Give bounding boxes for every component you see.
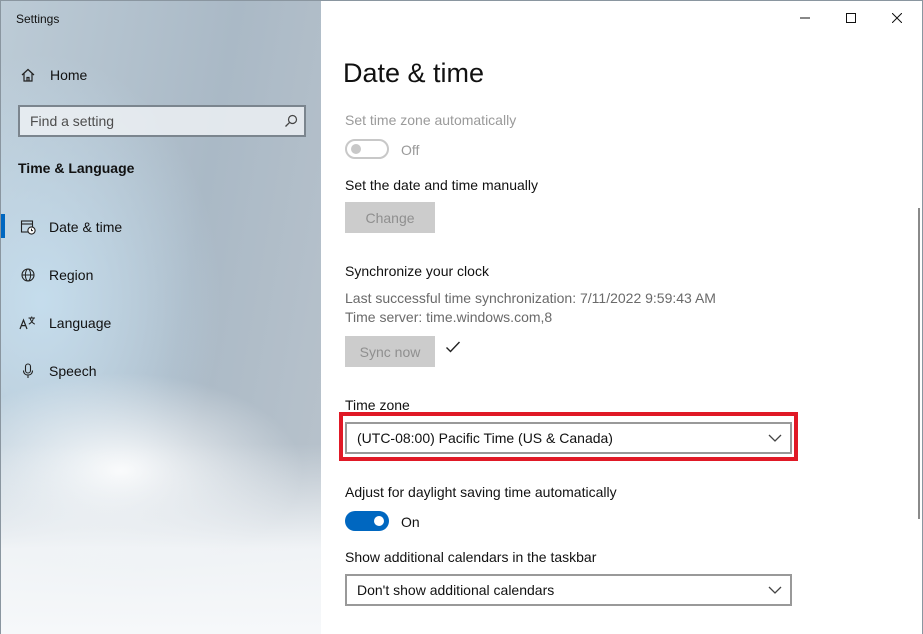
daylight-state: On xyxy=(401,514,420,530)
timezone-label: Time zone xyxy=(345,397,410,413)
sidebar-item-language[interactable]: Language xyxy=(1,303,322,343)
language-icon xyxy=(19,314,37,332)
search-input[interactable] xyxy=(20,113,260,129)
daylight-label: Adjust for daylight saving time automati… xyxy=(345,484,617,500)
sidebar-item-label: Speech xyxy=(49,363,97,379)
sidebar-item-label: Date & time xyxy=(49,219,123,235)
calendars-value: Don't show additional calendars xyxy=(357,582,555,598)
globe-icon xyxy=(19,266,37,284)
section-heading: Time & Language xyxy=(18,160,135,176)
sidebar: Settings Home Time & Language Date & tim… xyxy=(0,0,321,634)
auto-timezone-label: Set time zone automatically xyxy=(345,112,517,128)
scrollbar[interactable] xyxy=(918,208,920,519)
time-server-text: Time server: time.windows.com,8 xyxy=(345,309,553,325)
window-title: Settings xyxy=(16,12,60,26)
sync-clock-label: Synchronize your clock xyxy=(345,263,489,279)
minimize-icon xyxy=(800,17,810,19)
change-button[interactable]: Change xyxy=(345,202,435,233)
maximize-icon xyxy=(846,13,856,23)
sync-now-button[interactable]: Sync now xyxy=(345,336,435,367)
search-icon[interactable] xyxy=(284,114,298,128)
last-sync-text: Last successful time synchronization: 7/… xyxy=(345,290,716,306)
checkmark-icon xyxy=(446,341,461,353)
toggle-knob xyxy=(351,144,361,154)
daylight-toggle[interactable] xyxy=(345,511,389,531)
toggle-knob xyxy=(374,516,384,526)
sidebar-item-region[interactable]: Region xyxy=(1,255,322,295)
sidebar-item-date-time[interactable]: Date & time xyxy=(1,207,322,247)
sidebar-item-label: Region xyxy=(49,267,94,283)
sidebar-item-label: Language xyxy=(49,315,112,331)
close-icon xyxy=(892,13,902,23)
calendars-label: Show additional calendars in the taskbar xyxy=(345,549,597,565)
manual-datetime-label: Set the date and time manually xyxy=(345,177,539,193)
highlight-box xyxy=(339,412,798,461)
content-pane: Date & time Set time zone automatically … xyxy=(321,0,923,634)
auto-timezone-state: Off xyxy=(401,142,420,158)
auto-timezone-toggle[interactable] xyxy=(345,139,389,159)
calendars-dropdown[interactable]: Don't show additional calendars xyxy=(345,574,792,606)
close-button[interactable] xyxy=(874,1,920,35)
maximize-button[interactable] xyxy=(828,1,874,35)
date-time-icon xyxy=(19,218,37,236)
sidebar-item-home[interactable]: Home xyxy=(1,55,322,95)
minimize-button[interactable] xyxy=(782,1,828,35)
chevron-down-icon xyxy=(768,586,782,594)
active-indicator xyxy=(1,214,5,238)
page-title: Date & time xyxy=(343,58,485,88)
search-box xyxy=(18,105,306,137)
sidebar-item-speech[interactable]: Speech xyxy=(1,351,322,391)
home-icon xyxy=(19,66,37,84)
microphone-icon xyxy=(19,362,37,380)
sidebar-item-label: Home xyxy=(50,67,88,83)
